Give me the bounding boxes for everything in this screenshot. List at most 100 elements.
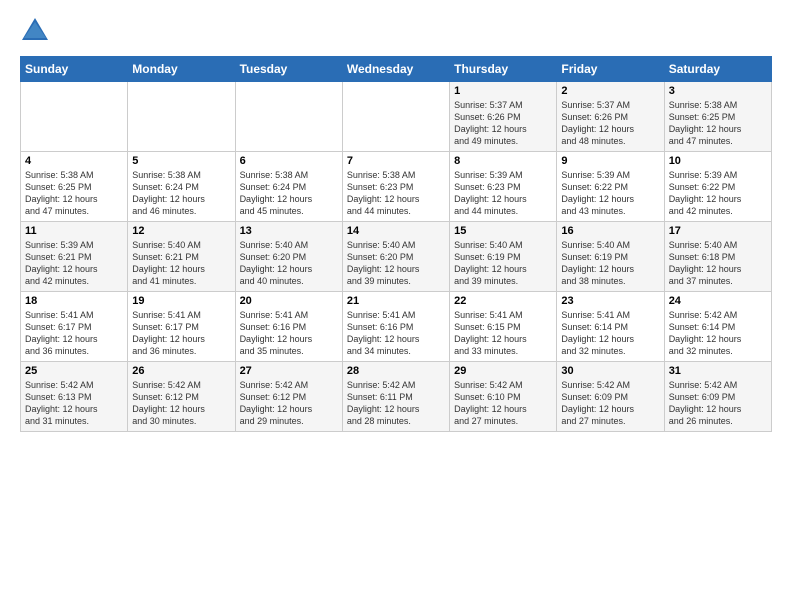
calendar-cell: 21Sunrise: 5:41 AM Sunset: 6:16 PM Dayli…: [342, 292, 449, 362]
day-info: Sunrise: 5:42 AM Sunset: 6:11 PM Dayligh…: [347, 379, 445, 428]
calendar-cell: 3 Sunrise: 5:38 AM Sunset: 6:25 PM Daylig…: [664, 82, 771, 152]
day-info: Sunrise: 5:38 AM Sunset: 6:23 PM Dayligh…: [347, 169, 445, 218]
calendar-cell: 15Sunrise: 5:40 AM Sunset: 6:19 PM Dayli…: [450, 222, 557, 292]
day-info: Sunrise: 5:39 AM Sunset: 6:23 PM Dayligh…: [454, 169, 552, 218]
calendar-cell: [128, 82, 235, 152]
day-number: 29: [454, 365, 552, 377]
calendar-header: SundayMondayTuesdayWednesdayThursdayFrid…: [21, 57, 772, 82]
day-number: 30: [561, 365, 659, 377]
week-row-1: 4 Sunrise: 5:38 AM Sunset: 6:25 PM Daylig…: [21, 152, 772, 222]
calendar-cell: 2 Sunrise: 5:37 AM Sunset: 6:26 PM Daylig…: [557, 82, 664, 152]
day-number: 6: [240, 155, 338, 167]
calendar-cell: 14 Sunrise: 5:40 AM Sunset: 6:20 PM Dayli…: [342, 222, 449, 292]
day-info: Sunrise: 5:39 AM Sunset: 6:22 PM Dayligh…: [669, 169, 767, 218]
calendar-body: 1 Sunrise: 5:37 AM Sunset: 6:26 PM Daylig…: [21, 82, 772, 432]
header-sunday: Sunday: [21, 57, 128, 82]
calendar-cell: 16 Sunrise: 5:40 AM Sunset: 6:19 PM Dayli…: [557, 222, 664, 292]
calendar-cell: 7 Sunrise: 5:38 AM Sunset: 6:23 PM Daylig…: [342, 152, 449, 222]
calendar-cell: 10Sunrise: 5:39 AM Sunset: 6:22 PM Dayli…: [664, 152, 771, 222]
day-info: Sunrise: 5:42 AM Sunset: 6:10 PM Dayligh…: [454, 379, 552, 428]
calendar-cell: 31 Sunrise: 5:42 AM Sunset: 6:09 PM Dayli…: [664, 362, 771, 432]
calendar-cell: 18 Sunrise: 5:41 AM Sunset: 6:17 PM Dayli…: [21, 292, 128, 362]
day-number: 20: [240, 295, 338, 307]
day-number: 5: [132, 155, 230, 167]
calendar-cell: 11Sunrise: 5:39 AM Sunset: 6:21 PM Dayli…: [21, 222, 128, 292]
day-info: Sunrise: 5:41 AM Sunset: 6:17 PM Dayligh…: [25, 309, 123, 358]
day-number: 22: [454, 295, 552, 307]
day-number: 25: [25, 365, 123, 377]
calendar-cell: 27Sunrise: 5:42 AM Sunset: 6:12 PM Dayli…: [235, 362, 342, 432]
header-wednesday: Wednesday: [342, 57, 449, 82]
calendar-cell: 19 Sunrise: 5:41 AM Sunset: 6:17 PM Dayli…: [128, 292, 235, 362]
calendar-table: SundayMondayTuesdayWednesdayThursdayFrid…: [20, 56, 772, 432]
header-row: SundayMondayTuesdayWednesdayThursdayFrid…: [21, 57, 772, 82]
calendar-cell: [235, 82, 342, 152]
week-row-0: 1 Sunrise: 5:37 AM Sunset: 6:26 PM Daylig…: [21, 82, 772, 152]
day-number: 9: [561, 155, 659, 167]
calendar-cell: 25 Sunrise: 5:42 AM Sunset: 6:13 PM Dayli…: [21, 362, 128, 432]
page: SundayMondayTuesdayWednesdayThursdayFrid…: [0, 0, 792, 442]
day-info: Sunrise: 5:38 AM Sunset: 6:25 PM Dayligh…: [25, 169, 123, 218]
logo-icon: [20, 16, 50, 44]
day-info: Sunrise: 5:38 AM Sunset: 6:24 PM Dayligh…: [132, 169, 230, 218]
day-number: 31: [669, 365, 767, 377]
day-info: Sunrise: 5:40 AM Sunset: 6:21 PM Dayligh…: [132, 239, 230, 288]
day-info: Sunrise: 5:41 AM Sunset: 6:15 PM Dayligh…: [454, 309, 552, 358]
week-row-4: 25 Sunrise: 5:42 AM Sunset: 6:13 PM Dayli…: [21, 362, 772, 432]
day-info: Sunrise: 5:40 AM Sunset: 6:19 PM Dayligh…: [561, 239, 659, 288]
day-info: Sunrise: 5:38 AM Sunset: 6:24 PM Dayligh…: [240, 169, 338, 218]
calendar-cell: 17 Sunrise: 5:40 AM Sunset: 6:18 PM Dayli…: [664, 222, 771, 292]
day-number: 2: [561, 85, 659, 97]
calendar-cell: 5 Sunrise: 5:38 AM Sunset: 6:24 PM Daylig…: [128, 152, 235, 222]
header-tuesday: Tuesday: [235, 57, 342, 82]
calendar-cell: [342, 82, 449, 152]
day-number: 7: [347, 155, 445, 167]
day-number: 13: [240, 225, 338, 237]
day-info: Sunrise: 5:40 AM Sunset: 6:18 PM Dayligh…: [669, 239, 767, 288]
day-info: Sunrise: 5:42 AM Sunset: 6:14 PM Dayligh…: [669, 309, 767, 358]
header-saturday: Saturday: [664, 57, 771, 82]
calendar-cell: 24 Sunrise: 5:42 AM Sunset: 6:14 PM Dayli…: [664, 292, 771, 362]
header-thursday: Thursday: [450, 57, 557, 82]
logo: [20, 16, 54, 44]
day-info: Sunrise: 5:39 AM Sunset: 6:22 PM Dayligh…: [561, 169, 659, 218]
day-info: Sunrise: 5:40 AM Sunset: 6:20 PM Dayligh…: [347, 239, 445, 288]
day-info: Sunrise: 5:38 AM Sunset: 6:25 PM Dayligh…: [669, 99, 767, 148]
day-number: 17: [669, 225, 767, 237]
day-info: Sunrise: 5:40 AM Sunset: 6:19 PM Dayligh…: [454, 239, 552, 288]
calendar-cell: 1 Sunrise: 5:37 AM Sunset: 6:26 PM Daylig…: [450, 82, 557, 152]
calendar-cell: 4 Sunrise: 5:38 AM Sunset: 6:25 PM Daylig…: [21, 152, 128, 222]
day-number: 14: [347, 225, 445, 237]
day-number: 26: [132, 365, 230, 377]
day-number: 24: [669, 295, 767, 307]
day-number: 19: [132, 295, 230, 307]
week-row-2: 11Sunrise: 5:39 AM Sunset: 6:21 PM Dayli…: [21, 222, 772, 292]
day-number: 3: [669, 85, 767, 97]
day-info: Sunrise: 5:42 AM Sunset: 6:09 PM Dayligh…: [669, 379, 767, 428]
calendar-cell: 30 Sunrise: 5:42 AM Sunset: 6:09 PM Dayli…: [557, 362, 664, 432]
day-info: Sunrise: 5:39 AM Sunset: 6:21 PM Dayligh…: [25, 239, 123, 288]
header-friday: Friday: [557, 57, 664, 82]
day-info: Sunrise: 5:41 AM Sunset: 6:14 PM Dayligh…: [561, 309, 659, 358]
day-info: Sunrise: 5:40 AM Sunset: 6:20 PM Dayligh…: [240, 239, 338, 288]
day-info: Sunrise: 5:41 AM Sunset: 6:17 PM Dayligh…: [132, 309, 230, 358]
day-number: 23: [561, 295, 659, 307]
day-number: 4: [25, 155, 123, 167]
day-number: 8: [454, 155, 552, 167]
day-info: Sunrise: 5:42 AM Sunset: 6:12 PM Dayligh…: [132, 379, 230, 428]
day-info: Sunrise: 5:42 AM Sunset: 6:13 PM Dayligh…: [25, 379, 123, 428]
day-number: 16: [561, 225, 659, 237]
header-monday: Monday: [128, 57, 235, 82]
day-number: 1: [454, 85, 552, 97]
day-info: Sunrise: 5:37 AM Sunset: 6:26 PM Dayligh…: [561, 99, 659, 148]
calendar-cell: 12 Sunrise: 5:40 AM Sunset: 6:21 PM Dayli…: [128, 222, 235, 292]
calendar-cell: 20Sunrise: 5:41 AM Sunset: 6:16 PM Dayli…: [235, 292, 342, 362]
day-number: 18: [25, 295, 123, 307]
day-info: Sunrise: 5:37 AM Sunset: 6:26 PM Dayligh…: [454, 99, 552, 148]
day-number: 28: [347, 365, 445, 377]
calendar-cell: 13 Sunrise: 5:40 AM Sunset: 6:20 PM Dayli…: [235, 222, 342, 292]
day-number: 12: [132, 225, 230, 237]
day-info: Sunrise: 5:42 AM Sunset: 6:09 PM Dayligh…: [561, 379, 659, 428]
calendar-cell: 23 Sunrise: 5:41 AM Sunset: 6:14 PM Dayli…: [557, 292, 664, 362]
calendar-cell: 9 Sunrise: 5:39 AM Sunset: 6:22 PM Daylig…: [557, 152, 664, 222]
